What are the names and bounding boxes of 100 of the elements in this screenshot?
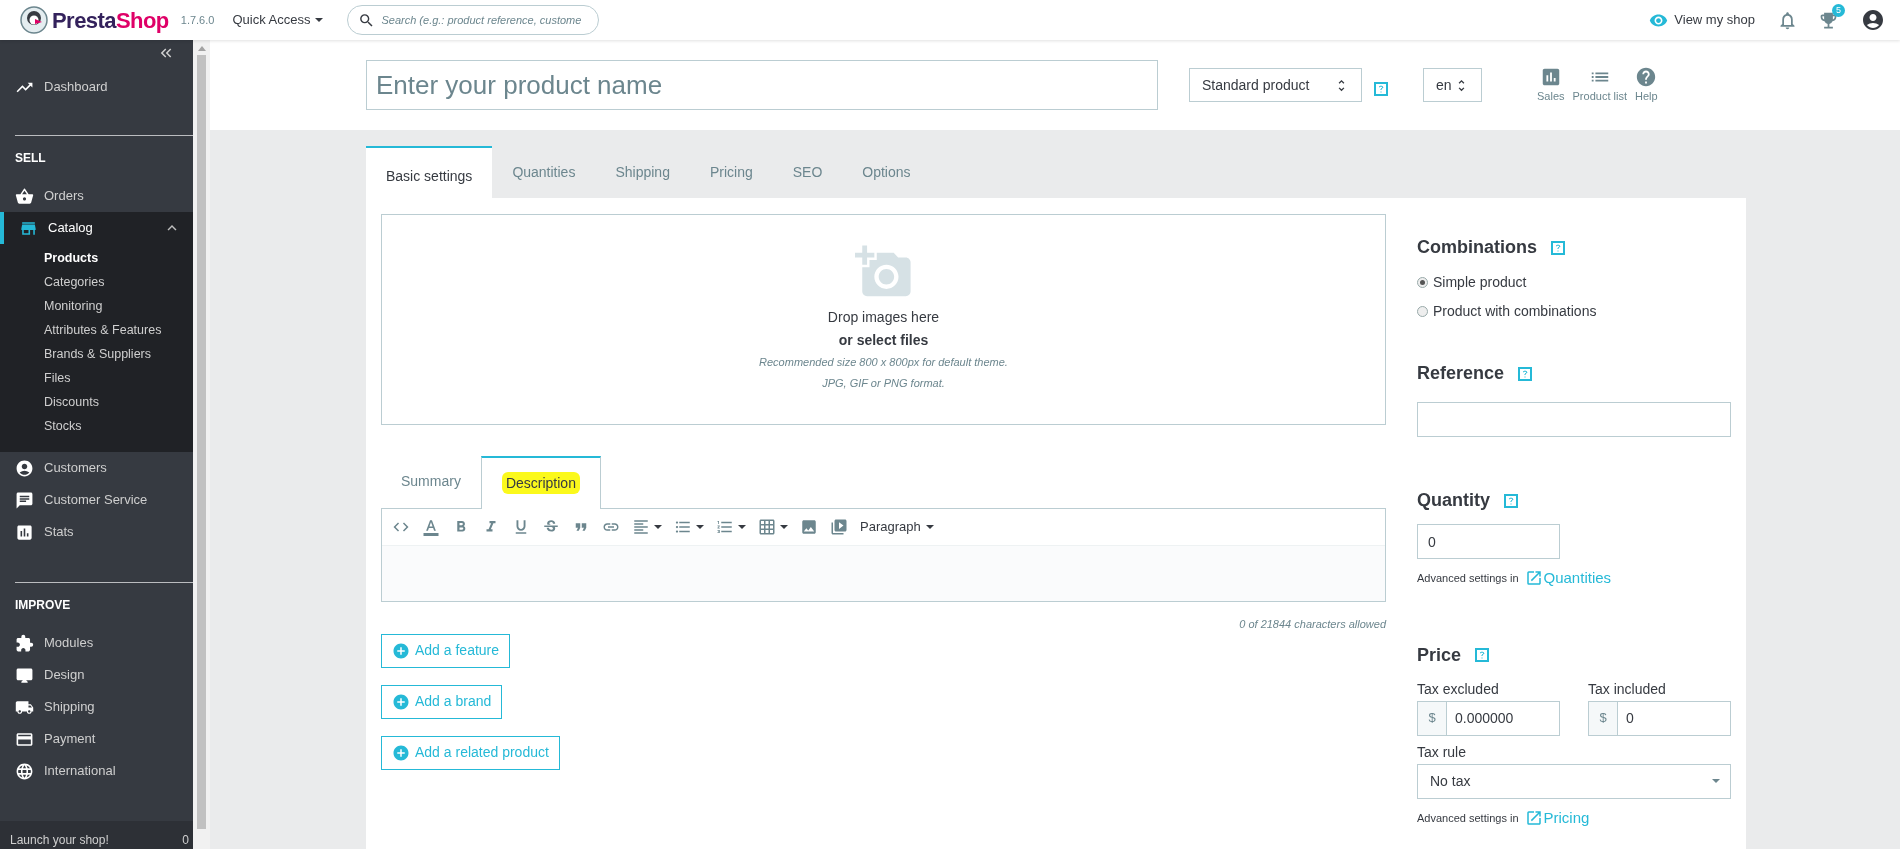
plus-icon [392,692,410,711]
editor-tab[interactable]: Summary [381,455,481,508]
submenu-item[interactable]: Monitoring [0,294,193,318]
sidebar-item[interactable]: Modules [0,627,193,659]
progress-text: 0 [182,832,189,849]
format-dropdown[interactable]: Paragraph [860,517,934,537]
toolbar-button[interactable]: Sales [1537,65,1565,105]
field-label: Tax excluded [1417,679,1500,699]
help-icon[interactable] [1518,366,1533,381]
product-type-select[interactable]: Standard product [1189,68,1362,102]
sidebar-item[interactable]: Design [0,659,193,691]
field-label: Tax included [1588,679,1667,699]
table-icon[interactable] [758,518,776,536]
plus-icon [392,743,410,762]
puzzle-icon [15,633,34,653]
sidebar-item[interactable]: Customer Service [0,484,193,516]
quantity-field[interactable]: 0 [1417,524,1560,559]
sidebar-item[interactable]: Shipping [0,691,193,723]
launch-text[interactable]: Launch your shop! [10,831,109,849]
section-title: IMPROVE [14,597,72,614]
radio-button[interactable] [1417,306,1428,317]
submenu-item[interactable]: Files [0,366,193,390]
caret-icon[interactable] [696,525,704,529]
logo-icon [20,6,48,34]
notification-badge: 5 [1832,3,1845,17]
advanced-settings-text: Advanced settings in [1417,571,1519,586]
submenu-item[interactable]: Products [0,246,193,270]
toolbar-button[interactable]: Product list [1572,65,1627,105]
text-editor[interactable]: Paragraph [381,508,1386,602]
submenu-item[interactable]: Categories [0,270,193,294]
dropzone-hint: Recommended size 800 x 800px for default theme. [759,355,1008,370]
radio-label: Product with combinations [1433,302,1597,321]
editor-tab[interactable]: Description [480,456,601,509]
caret-icon[interactable] [738,525,746,529]
chat-icon [15,490,34,510]
external-link-icon [1524,569,1543,588]
scrollbar[interactable] [193,40,210,849]
sidebar-item[interactable]: Customers [0,452,193,484]
submenu-item[interactable]: Stocks [0,414,193,438]
price-input-group[interactable]: $ 0.000000 [1417,700,1560,736]
tax-included-field[interactable]: 0 [1618,701,1728,735]
search-field[interactable]: Search (e.g.: product reference, custome [381,11,589,29]
radio-label: Simple product [1433,273,1527,292]
advanced-settings-text: Advanced settings in [1417,810,1519,826]
submenu-item[interactable]: Discounts [0,390,193,414]
field-label: Tax rule [1417,742,1468,762]
caret-icon [315,18,324,22]
quick-access-button[interactable]: Quick Access [232,10,324,30]
section-heading: Price [1417,643,1462,667]
plus-icon [392,641,410,660]
sidebar-item[interactable]: Orders [0,180,193,212]
section-heading: Reference [1417,362,1505,385]
scroll-up-icon[interactable] [197,46,206,51]
help-icon [1635,65,1658,88]
globe-icon [15,761,34,781]
sidebar-item[interactable]: Dashboard [0,71,193,103]
tax-rule-select[interactable]: No tax [1417,763,1731,799]
tax-excluded-field[interactable]: 0.000000 [1447,701,1557,735]
version-text: 1.7.6.0 [180,12,215,28]
numbered-list-icon[interactable] [716,518,734,536]
help-icon[interactable] [1475,648,1490,662]
section-heading: Quantity [1417,489,1490,512]
currency-text: $ [1418,701,1447,735]
image-dropzone[interactable]: Drop images here or select files Recommended size 800 x 800px for default theme. JPG, GIF or PNG format. [381,214,1386,425]
currency-text: $ [1589,701,1618,735]
language-select[interactable]: en [1423,68,1482,102]
section-title: SELL [14,150,47,167]
product-name-field[interactable]: Enter your product name [366,60,1158,110]
external-link-icon [1524,808,1543,827]
basket-icon [15,186,34,206]
dropzone-title: Drop images here [827,308,940,327]
caret-icon[interactable] [654,525,662,529]
toolbar-button[interactable]: Help [1634,65,1658,105]
image-icon[interactable] [800,518,818,536]
character-counter: 0 of 21844 characters allowed [1239,617,1386,632]
sidebar-item[interactable]: Payment [0,723,193,755]
dropzone-hint: JPG, GIF or PNG format. [822,375,945,391]
caret-icon [925,525,934,529]
submenu-item[interactable]: Brands & Suppliers [0,342,193,366]
tab[interactable]: Basic settings [366,146,493,198]
logo-text[interactable]: PrestaShop [52,3,169,37]
chart-icon [15,522,34,542]
text-color-icon[interactable] [422,518,440,536]
help-icon[interactable] [1551,240,1565,255]
radio-button[interactable] [1417,277,1428,288]
reference-field[interactable] [1417,402,1731,437]
video-icon[interactable] [830,518,848,536]
sidebar-item[interactable]: Stats [0,516,193,548]
select-files-link[interactable]: or select files [838,330,929,351]
caret-icon[interactable] [780,525,788,529]
view-shop-link[interactable]: View my shop [1649,10,1755,30]
monitor-icon [15,665,34,685]
sidebar-item[interactable]: International [0,755,193,787]
help-icon[interactable] [1504,493,1518,508]
submenu-item[interactable]: Attributes & Features [0,318,193,342]
section-heading: Combinations [1417,236,1537,259]
price-input-group[interactable]: $ 0 [1588,700,1731,736]
user-icon [15,458,34,478]
user-icon[interactable] [1861,8,1885,32]
help-icon[interactable] [1374,82,1388,96]
